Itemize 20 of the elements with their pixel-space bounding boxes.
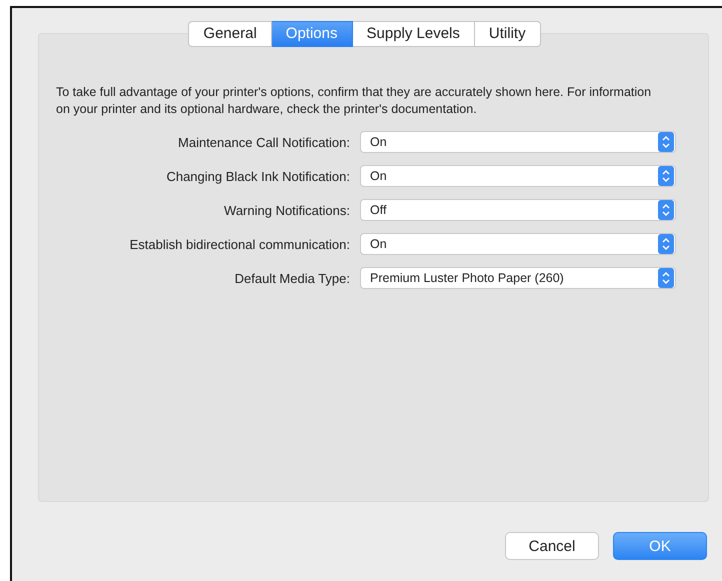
setting-label: Warning Notifications:: [223, 202, 351, 218]
stepper-icon: [658, 166, 674, 186]
stepper-icon: [658, 132, 674, 152]
tab[interactable]: General: [188, 21, 272, 47]
setting-label: Changing Black Ink Notification:: [165, 168, 351, 184]
stepper-icon: [658, 200, 674, 220]
intro-text: To take full advantage of your printer's options, confirm that they are accurately shown here. For information on your printer and its optional hardware, check the printer's documentation.: [56, 84, 652, 118]
popup-menu[interactable]: Premium Luster Photo Paper (260): [360, 267, 676, 289]
setting-label: Establish bidirectional communication:: [128, 236, 351, 252]
stepper-icon: [658, 234, 674, 254]
tab[interactable]: Supply Levels: [352, 21, 475, 47]
stepper-icon: [658, 268, 674, 288]
setting-label: Default Media Type:: [234, 270, 351, 286]
setting-label: Maintenance Call Notification:: [177, 134, 351, 150]
cancel-button[interactable]: Cancel: [505, 532, 599, 560]
popup-menu[interactable]: On: [360, 131, 676, 153]
tab[interactable]: Utility: [474, 21, 541, 47]
popup-menu[interactable]: Off: [360, 199, 676, 221]
popup-menu[interactable]: On: [360, 165, 676, 187]
popup-menu[interactable]: On: [360, 233, 676, 255]
